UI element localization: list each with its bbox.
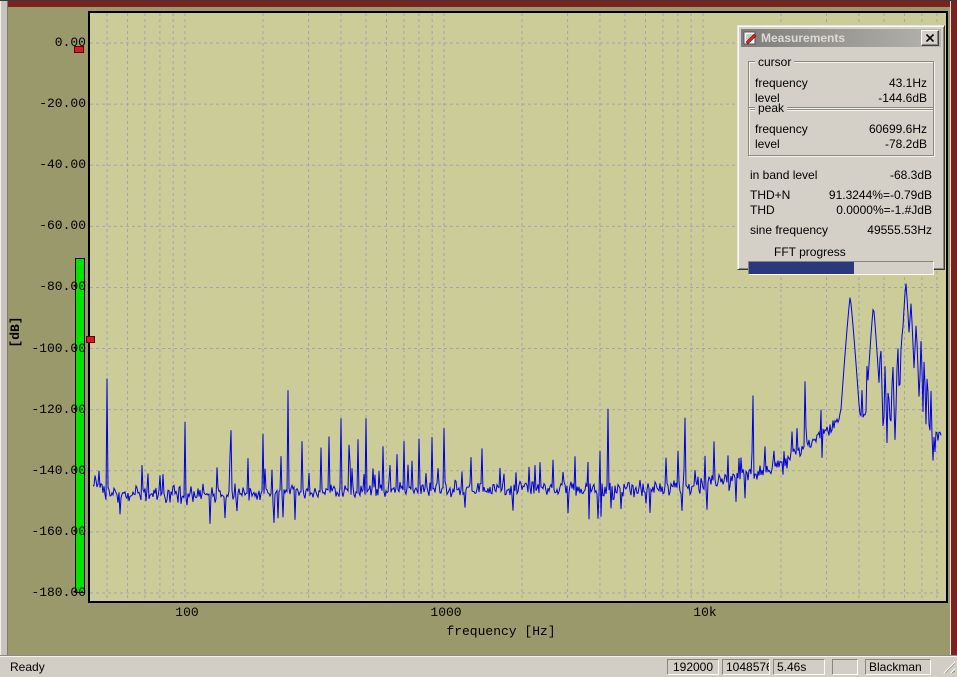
peak-frequency-value: 60699.6Hz	[868, 122, 927, 136]
status-fft-size: 1048576	[722, 658, 770, 675]
y-tick-label: -20.00	[39, 96, 86, 112]
peak-level-row: level -78.2dB	[753, 137, 929, 152]
peak-frequency-label: frequency	[755, 122, 808, 136]
close-button[interactable]	[921, 30, 939, 46]
peak-level-label: level	[755, 137, 780, 151]
status-window-function: Blackman	[865, 658, 931, 675]
status-empty-field	[832, 658, 858, 675]
background-window-strip-right	[951, 1, 957, 655]
fft-progress-label: FFT progress	[774, 245, 846, 259]
thd-n-row: THD+N 91.3244%=-0.79dB	[748, 188, 934, 203]
measurements-icon	[743, 31, 757, 45]
sine-frequency-row: sine frequency 49555.53Hz	[748, 223, 934, 238]
fft-progress-fill	[749, 262, 854, 274]
measurements-panel: Measurements cursor frequency 43.1Hz lev…	[737, 25, 945, 275]
y-tick-label: -140.00	[31, 462, 86, 478]
y-tick-label: 0.00	[54, 35, 86, 50]
measurement-rows: in band level -68.3dB THD+N 91.3244%=-0.…	[748, 168, 934, 238]
y-tick-label: -60.00	[39, 218, 86, 234]
close-icon	[926, 34, 934, 42]
cursor-frequency-label: frequency	[755, 76, 808, 90]
cursor-frequency-value: 43.1Hz	[888, 76, 927, 90]
x-tick-label: 1000	[430, 605, 462, 620]
y-tick-label: -160.00	[31, 523, 86, 539]
fft-progress-bar	[748, 261, 934, 275]
thd-value: 0.0000%=-1.#JdB	[836, 203, 932, 217]
y-tick-label: -40.00	[39, 157, 86, 173]
peak-level-value: -78.2dB	[884, 137, 927, 151]
cursor-frequency-row: frequency 43.1Hz	[753, 76, 929, 91]
thd-n-label: THD+N	[750, 188, 791, 202]
status-bar: Ready 192000 1048576 5.46s Blackman	[0, 655, 957, 677]
sine-frequency-label: sine frequency	[750, 223, 829, 237]
measurements-title: Measurements	[761, 31, 846, 45]
x-axis-label: frequency [Hz]	[446, 624, 556, 639]
x-tick-label: 100	[175, 605, 199, 620]
window-left-border	[0, 1, 8, 655]
in-band-level-label: in band level	[750, 168, 818, 182]
cursor-group-label: cursor	[755, 56, 795, 68]
peak-group: peak frequency 60699.6Hz level -78.2dB	[748, 102, 934, 156]
in-band-level-row: in band level -68.3dB	[748, 168, 934, 183]
status-duration: 5.46s	[773, 658, 825, 675]
y-tick-label: -100.00	[31, 340, 86, 356]
background-window-strip-top	[8, 1, 957, 7]
in-band-level-value: -68.3dB	[889, 168, 932, 182]
thd-label: THD	[750, 203, 775, 217]
thd-row: THD 0.0000%=-1.#JdB	[748, 203, 934, 218]
thd-n-value: 91.3244%=-0.79dB	[828, 188, 932, 202]
y-tick-label: -80.00	[39, 279, 86, 295]
measurements-titlebar[interactable]: Measurements	[741, 29, 941, 47]
y-tick-label: -180.00	[31, 584, 86, 600]
sine-frequency-value: 49555.53Hz	[867, 223, 932, 237]
y-tick-label: -120.00	[31, 401, 86, 417]
resize-grip[interactable]	[942, 660, 955, 673]
x-tick-label: 10k	[693, 605, 717, 620]
axis-marker-mid-icon[interactable]	[86, 336, 95, 343]
status-samplerate: 192000	[667, 658, 719, 675]
peak-frequency-row: frequency 60699.6Hz	[753, 122, 929, 137]
peak-group-label: peak	[755, 102, 788, 114]
level-meter-bar	[75, 258, 85, 593]
spectrum-trace	[92, 283, 942, 524]
measurements-body: cursor frequency 43.1Hz level -144.6dB p…	[748, 52, 934, 275]
status-message: Ready	[10, 659, 45, 674]
cursor-level-value: -144.6dB	[878, 91, 927, 105]
